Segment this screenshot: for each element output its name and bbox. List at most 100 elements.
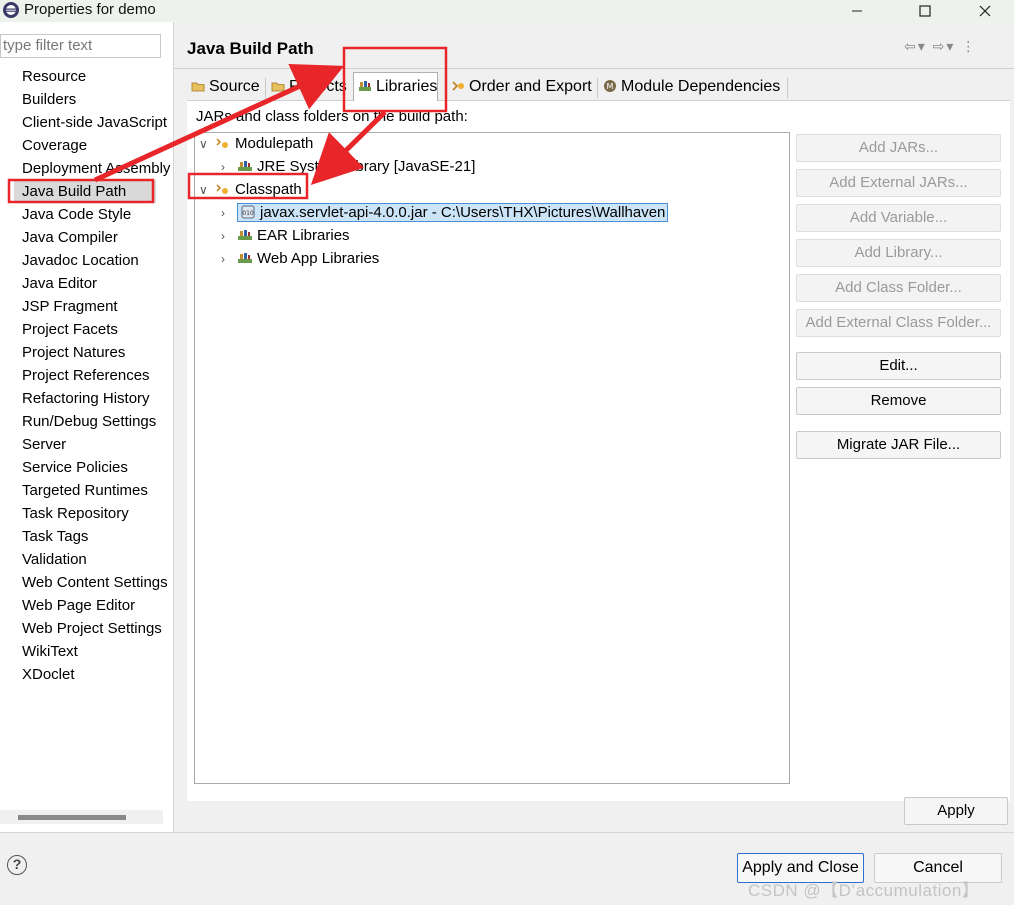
jar-icon: 010: [241, 205, 255, 219]
nav-item[interactable]: Project Natures: [22, 341, 172, 364]
tab-separator: [787, 78, 788, 98]
add-library-button[interactable]: Add Library...: [796, 239, 1001, 267]
classpath-container-icon: [216, 138, 228, 148]
dialog-footer: ? Apply and Close Cancel CSDN @【D’accumu…: [0, 832, 1014, 905]
chevron-right-icon[interactable]: ›: [221, 248, 237, 270]
add-external-jars-button[interactable]: Add External JARs...: [796, 169, 1001, 197]
nav-item-label: Refactoring History: [22, 390, 150, 407]
nav-item-label: Task Tags: [22, 528, 89, 545]
nav-item[interactable]: Coverage: [22, 134, 172, 157]
scrollbar-thumb[interactable]: [18, 815, 126, 820]
tree-node-webapp[interactable]: › Web App Libraries: [221, 248, 379, 270]
tree-node-classpath[interactable]: ∨ Classpath: [199, 179, 302, 201]
nav-item[interactable]: Server: [22, 433, 172, 456]
tree-node-modulepath[interactable]: ∨ Modulepath: [199, 133, 313, 155]
minimize-icon: [852, 10, 862, 12]
tab-order-export[interactable]: Order and Export: [447, 74, 592, 100]
nav-item[interactable]: JSP Fragment: [22, 295, 172, 318]
nav-item[interactable]: Refactoring History: [22, 387, 172, 410]
tab-separator: [265, 78, 266, 98]
nav-item[interactable]: ›Resource: [22, 65, 172, 88]
tree-label: javax.servlet-api-4.0.0.jar - C:\Users\T…: [260, 204, 666, 221]
nav-item[interactable]: ›Validation: [22, 548, 172, 571]
nav-item[interactable]: Run/Debug Settings: [22, 410, 172, 433]
nav-item[interactable]: WikiText: [22, 640, 172, 663]
nav-item[interactable]: Web Project Settings: [22, 617, 172, 640]
migrate-jar-button[interactable]: Migrate JAR File...: [796, 431, 1001, 459]
nav-item-label: XDoclet: [22, 666, 75, 683]
edit-button[interactable]: Edit...: [796, 352, 1001, 380]
chevron-down-icon[interactable]: ∨: [199, 179, 215, 201]
nav-item[interactable]: Builders: [22, 88, 172, 111]
chevron-right-icon[interactable]: ›: [221, 225, 237, 247]
tab-label: Source: [209, 78, 260, 95]
projects-icon: [271, 82, 285, 92]
nav-item[interactable]: ›Java Editor: [22, 272, 172, 295]
nav-item[interactable]: ›Task Repository: [22, 502, 172, 525]
view-menu-icon[interactable]: ⋮: [961, 38, 977, 54]
nav-item[interactable]: Deployment Assembly: [22, 157, 172, 180]
nav-item[interactable]: Web Page Editor: [22, 594, 172, 617]
nav-item[interactable]: ›Java Code Style: [22, 203, 172, 226]
tab-projects[interactable]: Projects: [267, 74, 347, 100]
tab-libraries[interactable]: Libraries: [353, 72, 439, 101]
property-page-navigator: type filter text ›Resource Builders ›Clien…: [0, 22, 174, 832]
nav-item-label: Run/Debug Settings: [22, 413, 157, 430]
add-variable-button[interactable]: Add Variable...: [796, 204, 1001, 232]
nav-item[interactable]: Service Policies: [22, 456, 172, 479]
nav-item-label: Targeted Runtimes: [22, 482, 148, 499]
minimize-button[interactable]: [834, 0, 880, 22]
tree-node-jre[interactable]: › JRE System Library [JavaSE-21]: [221, 156, 475, 178]
nav-item[interactable]: Javadoc Location: [22, 249, 172, 272]
add-class-folder-button[interactable]: Add Class Folder...: [796, 274, 1001, 302]
chevron-right-icon[interactable]: ›: [221, 156, 237, 178]
horizontal-scrollbar[interactable]: [0, 810, 163, 824]
back-arrow-icon[interactable]: ⇦▾: [904, 38, 927, 54]
filter-input[interactable]: type filter text: [0, 34, 161, 58]
nav-item[interactable]: Task Tags: [22, 525, 172, 548]
library-icon: [238, 230, 252, 240]
tab-module-dependencies[interactable]: M Module Dependencies: [599, 74, 780, 100]
tab-source[interactable]: Source: [187, 74, 260, 100]
nav-item[interactable]: ›Java Compiler: [22, 226, 172, 249]
help-icon[interactable]: ?: [7, 855, 27, 875]
nav-item-label: Server: [22, 436, 67, 453]
remove-button[interactable]: Remove: [796, 387, 1001, 415]
svg-text:010: 010: [242, 210, 254, 217]
tree-node-ear[interactable]: › EAR Libraries: [221, 225, 350, 247]
nav-item[interactable]: Java Build Path: [14, 180, 156, 203]
nav-item-label: Task Repository: [22, 505, 129, 522]
nav-item[interactable]: ›Client-side JavaScript: [22, 111, 172, 134]
property-page: Java Build Path ⇦▾ ⇨▾ ⋮ Source Projects …: [174, 22, 1014, 832]
close-button[interactable]: [962, 0, 1008, 22]
nav-item-label: Deployment Assembly: [22, 160, 171, 177]
nav-item[interactable]: ›XDoclet: [22, 663, 172, 686]
forward-arrow-icon[interactable]: ⇨▾: [933, 38, 956, 54]
watermark: CSDN @【D’accumulation】: [748, 881, 980, 900]
tab-label: Projects: [289, 78, 347, 95]
nav-item[interactable]: Project References: [22, 364, 172, 387]
tree-node-jar[interactable]: › 010 javax.servlet-api-4.0.0.jar - C:\Use…: [221, 202, 669, 224]
selected-jar[interactable]: 010 javax.servlet-api-4.0.0.jar - C:\User…: [237, 203, 669, 222]
order-export-icon: [452, 81, 464, 91]
nav-item[interactable]: Project Facets: [22, 318, 172, 341]
apply-button[interactable]: Apply: [904, 797, 1008, 825]
add-jars-button[interactable]: Add JARs...: [796, 134, 1001, 162]
library-icon: [238, 161, 252, 171]
maximize-button[interactable]: [902, 0, 948, 22]
libraries-icon: [359, 81, 371, 91]
tree-label: Modulepath: [235, 135, 314, 152]
nav-item-label: WikiText: [22, 643, 78, 660]
nav-item[interactable]: Web Content Settings: [22, 571, 172, 594]
nav-item[interactable]: Targeted Runtimes: [22, 479, 172, 502]
nav-item-label: Coverage: [22, 137, 88, 154]
add-external-class-folder-button[interactable]: Add External Class Folder...: [796, 309, 1001, 337]
chevron-right-icon[interactable]: ›: [221, 202, 237, 224]
tree-label: EAR Libraries: [257, 227, 350, 244]
build-path-tree[interactable]: ∨ Modulepath › JRE System Library [JavaSE-…: [194, 132, 790, 784]
nav-item-label: Java Code Style: [22, 206, 132, 223]
nav-item-label: Resource: [22, 68, 87, 85]
nav-item-label: Project References: [22, 367, 150, 384]
tree-label: Web App Libraries: [257, 250, 380, 267]
chevron-down-icon[interactable]: ∨: [199, 133, 215, 155]
